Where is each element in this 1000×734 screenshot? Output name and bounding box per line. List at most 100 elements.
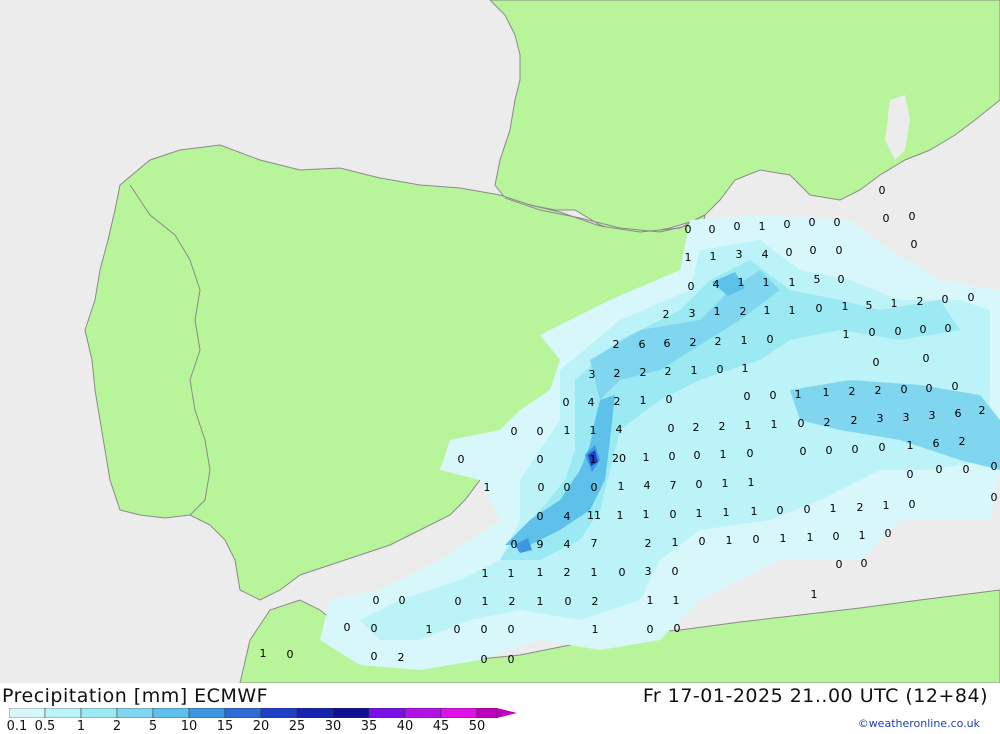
- precip-value: 0: [537, 425, 544, 438]
- precip-value: 0: [926, 382, 933, 395]
- legend-swatch: [152, 708, 190, 718]
- precip-value: 1: [859, 529, 866, 542]
- precip-value: 1: [741, 334, 748, 347]
- precip-value: 1: [763, 276, 770, 289]
- legend-label: 50: [468, 719, 486, 734]
- precip-value: 1: [426, 623, 433, 636]
- map-title: Precipitation [mm] ECMWF: [2, 685, 269, 707]
- precip-value: 4: [564, 510, 571, 523]
- precip-value: 0: [873, 356, 880, 369]
- legend-swatch: [116, 708, 154, 718]
- precip-value: 0: [852, 443, 859, 456]
- legend-label: 10: [180, 719, 198, 734]
- precip-value: 1: [738, 276, 745, 289]
- precip-value: 1: [590, 453, 597, 466]
- precip-value: 0: [777, 504, 784, 517]
- precip-value: 2: [663, 308, 670, 321]
- precip-value: 1: [771, 418, 778, 431]
- precip-value: 0: [861, 557, 868, 570]
- precip-value: 1: [722, 477, 729, 490]
- precip-value: 1: [842, 300, 849, 313]
- legend-swatch: [404, 708, 442, 718]
- legend-swatch: [9, 708, 46, 718]
- precip-value: 0: [869, 326, 876, 339]
- precip-value: 1: [672, 536, 679, 549]
- precip-value: 1: [742, 362, 749, 375]
- legend-label: 2: [112, 719, 122, 734]
- precip-value: 0: [481, 653, 488, 666]
- precip-value: 2: [564, 566, 571, 579]
- precip-value: 4: [564, 538, 571, 551]
- credit-text: ©weatheronline.co.uk: [857, 717, 980, 730]
- precip-value: 0: [699, 535, 706, 548]
- valid-time: Fr 17-01-2025 21..00 UTC (12+84): [642, 685, 988, 707]
- precip-value: 1: [643, 451, 650, 464]
- precip-value: 0: [770, 389, 777, 402]
- precip-value: 0: [885, 527, 892, 540]
- precip-value: 1: [590, 424, 597, 437]
- precip-value: 3: [645, 565, 652, 578]
- precip-value: 0: [511, 538, 518, 551]
- precip-value: 1: [482, 595, 489, 608]
- footer: Precipitation [mm] ECMWF Fr 17-01-2025 2…: [0, 683, 1000, 734]
- legend-swatch: [440, 708, 478, 718]
- precip-value: 0: [883, 212, 890, 225]
- precip-value: 0: [804, 503, 811, 516]
- precip-value: 1: [564, 424, 571, 437]
- precip-value: 1: [720, 448, 727, 461]
- legend-label: 20: [252, 719, 270, 734]
- precip-value: 0: [879, 184, 886, 197]
- legend-swatch: [224, 708, 262, 718]
- precip-value: 2: [592, 595, 599, 608]
- precip-value: 0: [537, 510, 544, 523]
- legend-label: 5: [148, 719, 158, 734]
- precip-value: 1: [710, 250, 717, 263]
- precip-value: 0: [942, 293, 949, 306]
- precip-value: 0: [591, 481, 598, 494]
- precip-value: 1: [823, 386, 830, 399]
- legend-labels: 0.1 0.5 1 2 5 10 15 20 25 30 35 40 45 50: [0, 719, 520, 734]
- precip-value: 0: [963, 463, 970, 476]
- precip-value: 2: [614, 395, 621, 408]
- legend-swatch: [296, 708, 334, 718]
- precip-value: 1: [537, 595, 544, 608]
- precip-value: 3: [877, 412, 884, 425]
- precip-value: 1: [807, 531, 814, 544]
- precip-value: 0: [786, 246, 793, 259]
- precip-value: 0: [833, 530, 840, 543]
- precip-value: 0: [666, 393, 673, 406]
- legend-swatch: [188, 708, 226, 718]
- precip-value: 0: [909, 498, 916, 511]
- precip-value: 2: [690, 336, 697, 349]
- legend-label: 35: [360, 719, 378, 734]
- precip-value: 3: [689, 307, 696, 320]
- precip-value: 0: [619, 566, 626, 579]
- precip-value: 1: [685, 251, 692, 264]
- precip-value: 4: [644, 479, 651, 492]
- precip-value: 1: [647, 594, 654, 607]
- precip-value: 0: [836, 558, 843, 571]
- precip-value: 1: [691, 364, 698, 377]
- precip-value: 0: [784, 218, 791, 231]
- precip-value: 0: [809, 216, 816, 229]
- precip-value: 2: [824, 416, 831, 429]
- precip-value: 1: [643, 508, 650, 521]
- precip-value: 4: [762, 248, 769, 261]
- precip-value: 0: [564, 481, 571, 494]
- precip-value: 1: [482, 567, 489, 580]
- precip-value: 11: [587, 509, 601, 522]
- precip-value: 0: [458, 453, 465, 466]
- precip-value: 2: [719, 420, 726, 433]
- legend-color-scale: [9, 708, 517, 718]
- precip-value: 0: [895, 325, 902, 338]
- precip-value: 0: [911, 238, 918, 251]
- precip-value: 1: [592, 623, 599, 636]
- precip-value: 1: [726, 534, 733, 547]
- precip-value: 1: [843, 328, 850, 341]
- precip-value: 0: [481, 623, 488, 636]
- precip-value: 3: [903, 411, 910, 424]
- precip-value: 4: [588, 396, 595, 409]
- precip-value: 1: [811, 588, 818, 601]
- precip-value: 0: [709, 223, 716, 236]
- precip-value: 0: [968, 291, 975, 304]
